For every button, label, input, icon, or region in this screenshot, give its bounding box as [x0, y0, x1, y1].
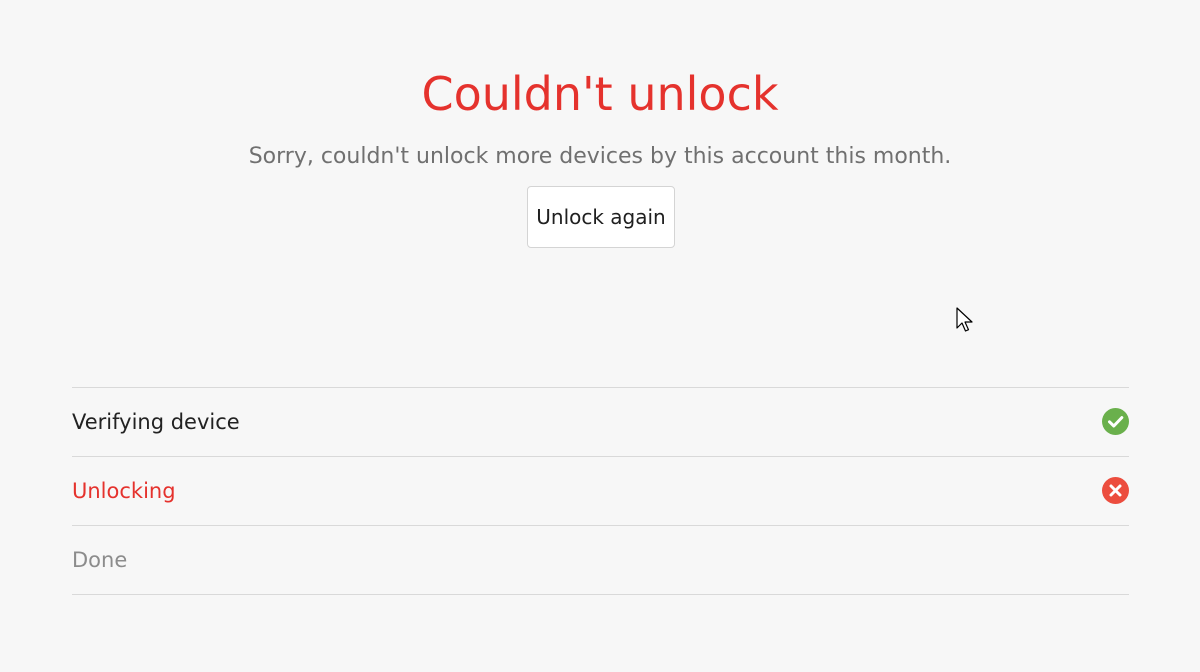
step-done: Done: [72, 526, 1129, 595]
step-unlocking: Unlocking: [72, 457, 1129, 526]
check-circle-icon: [1102, 408, 1129, 435]
step-label: Verifying device: [72, 410, 240, 434]
unlock-result-page: Couldn't unlock Sorry, couldn't unlock m…: [0, 0, 1200, 672]
step-label: Unlocking: [72, 479, 176, 503]
unlock-again-button[interactable]: Unlock again: [527, 186, 675, 248]
step-verifying-device: Verifying device: [72, 388, 1129, 457]
page-title: Couldn't unlock: [421, 67, 779, 121]
mouse-pointer-icon: [956, 307, 976, 335]
step-label: Done: [72, 548, 128, 572]
error-circle-icon: [1102, 477, 1129, 504]
progress-steps-list: Verifying device Unlocking Done: [72, 387, 1129, 595]
error-message: Sorry, couldn't unlock more devices by t…: [248, 144, 952, 169]
